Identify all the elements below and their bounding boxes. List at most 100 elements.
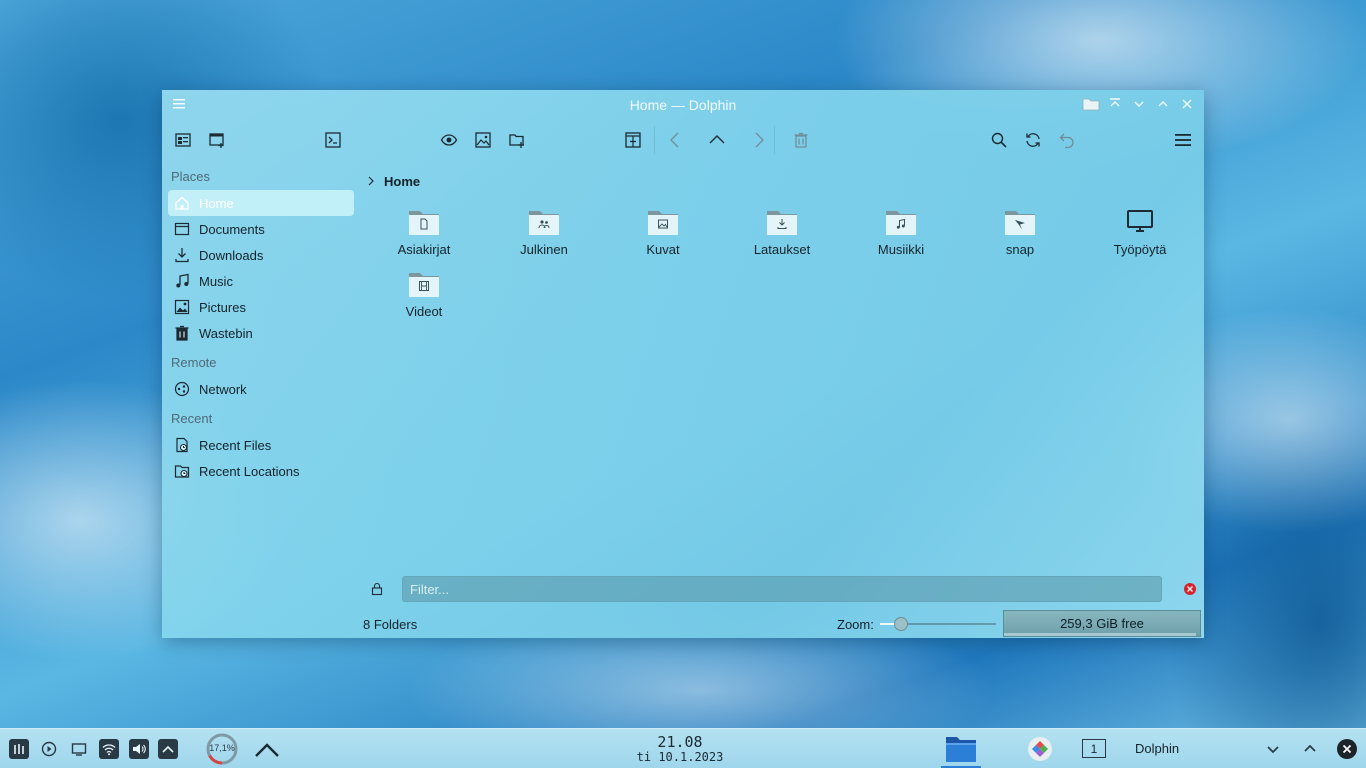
sidebar-item-wastebin[interactable]: Wastebin bbox=[168, 320, 354, 346]
wifi-icon[interactable] bbox=[99, 739, 119, 759]
picture-icon bbox=[174, 299, 190, 315]
terminal-icon[interactable] bbox=[322, 129, 344, 151]
audio-mixer-icon[interactable] bbox=[9, 739, 29, 759]
preview-icon[interactable] bbox=[438, 129, 460, 151]
free-space-label: 259,3 GiB free bbox=[1060, 616, 1144, 631]
folder-item[interactable]: Asiakirjat bbox=[374, 208, 474, 257]
breadcrumb-home[interactable]: Home bbox=[384, 174, 420, 189]
title-bar[interactable]: Home — Dolphin bbox=[162, 90, 1204, 118]
dolphin-folder-icon bbox=[946, 737, 976, 762]
trash-icon bbox=[174, 325, 190, 341]
folder-public-icon bbox=[528, 208, 560, 236]
display-icon[interactable] bbox=[69, 739, 89, 759]
lock-icon[interactable] bbox=[370, 582, 384, 596]
folder-item[interactable]: Kuvat bbox=[613, 208, 713, 257]
sidebar-item-home[interactable]: Home bbox=[168, 190, 354, 216]
new-window-icon[interactable] bbox=[206, 129, 228, 151]
virtual-desktop-pager[interactable]: 1 bbox=[1082, 739, 1106, 758]
folder-download-icon bbox=[766, 208, 798, 236]
sidebar-item-documents[interactable]: Documents bbox=[168, 216, 354, 242]
sidebar-item-network[interactable]: Network bbox=[168, 376, 354, 402]
clock[interactable]: 21.08 ti 10.1.2023 bbox=[620, 734, 740, 764]
chevron-up-icon[interactable] bbox=[158, 739, 178, 759]
sidebar-item-label: Home bbox=[199, 195, 234, 211]
sidebar-item-label: Music bbox=[199, 273, 233, 289]
folder-item[interactable]: Työpöytä bbox=[1090, 208, 1190, 257]
up-icon[interactable] bbox=[706, 129, 728, 151]
recent-locations-icon bbox=[174, 463, 190, 479]
filter-bar bbox=[362, 576, 1198, 602]
new-tab-icon[interactable] bbox=[506, 129, 528, 151]
folder-item[interactable]: Videot bbox=[374, 270, 474, 319]
folder-videos-icon bbox=[408, 270, 440, 298]
taskbar: 17,1% 21.08 ti 10.1.2023 1 Dolphin bbox=[0, 728, 1366, 768]
close-icon[interactable] bbox=[1337, 739, 1357, 759]
chevron-up-icon[interactable] bbox=[1300, 739, 1320, 759]
search-icon[interactable] bbox=[988, 129, 1010, 151]
clock-date: ti 10.1.2023 bbox=[636, 750, 724, 764]
folder-name: Kuvat bbox=[646, 242, 680, 257]
folder-item[interactable]: Musiikki bbox=[851, 208, 951, 257]
breadcrumb[interactable]: Home bbox=[366, 172, 420, 190]
folder-music-icon bbox=[885, 208, 917, 236]
sidebar-item-recent-files[interactable]: Recent Files bbox=[168, 432, 354, 458]
chevron-down-icon[interactable] bbox=[1263, 739, 1283, 759]
close-icon[interactable] bbox=[1184, 583, 1196, 595]
network-icon bbox=[174, 381, 190, 397]
split-view-icon[interactable] bbox=[622, 129, 644, 151]
places-section-title: Places bbox=[171, 169, 211, 184]
chevron-up-icon[interactable] bbox=[253, 738, 281, 760]
active-window-title[interactable]: Dolphin bbox=[1135, 741, 1179, 756]
folder-name: Työpöytä bbox=[1113, 242, 1167, 257]
cpu-load-indicator[interactable]: 17,1% bbox=[205, 732, 239, 766]
folder-item[interactable]: Julkinen bbox=[494, 208, 594, 257]
places-panel: Places Home Documents Downloads Music Pi… bbox=[168, 168, 354, 484]
forward-icon[interactable] bbox=[748, 129, 770, 151]
zoom-slider-handle[interactable] bbox=[893, 617, 908, 631]
remote-section-title: Remote bbox=[171, 355, 217, 370]
folder-documents-icon bbox=[408, 208, 440, 236]
toolbar bbox=[162, 126, 1204, 154]
dolphin-window: Home — Dolphin Places Home Documents Dow… bbox=[162, 90, 1204, 638]
toolbar-separator bbox=[774, 126, 775, 154]
task-app-launcher[interactable] bbox=[1026, 735, 1054, 763]
free-space-indicator[interactable]: 259,3 GiB free bbox=[1003, 610, 1201, 637]
folder-icon bbox=[1082, 95, 1100, 113]
sidebar-item-recent-locations[interactable]: Recent Locations bbox=[168, 458, 354, 484]
trash-icon[interactable] bbox=[790, 129, 812, 151]
window-title: Home — Dolphin bbox=[629, 97, 737, 113]
sidebar-item-label: Wastebin bbox=[199, 325, 253, 341]
view-mode-icon[interactable] bbox=[172, 129, 194, 151]
chevron-right-icon[interactable] bbox=[366, 176, 376, 186]
zoom-slider[interactable] bbox=[880, 617, 996, 631]
maximize-icon[interactable] bbox=[1154, 95, 1172, 113]
sidebar-item-music[interactable]: Music bbox=[168, 268, 354, 294]
folder-item[interactable]: Lataukset bbox=[732, 208, 832, 257]
undo-icon[interactable] bbox=[1056, 129, 1078, 151]
media-player-icon[interactable] bbox=[39, 739, 59, 759]
filter-input[interactable] bbox=[402, 576, 1162, 602]
folder-item[interactable]: snap bbox=[970, 208, 1070, 257]
minimize-icon[interactable] bbox=[1130, 95, 1148, 113]
image-icon[interactable] bbox=[472, 129, 494, 151]
sidebar-item-label: Downloads bbox=[199, 247, 264, 263]
folder-name: Musiikki bbox=[877, 242, 925, 257]
desktop-icon bbox=[1124, 208, 1156, 236]
cpu-load-label: 17,1% bbox=[209, 743, 235, 753]
keep-above-icon[interactable] bbox=[1106, 95, 1124, 113]
task-dolphin[interactable] bbox=[941, 729, 981, 768]
sidebar-item-pictures[interactable]: Pictures bbox=[168, 294, 354, 320]
folder-count: 8 Folders bbox=[363, 617, 418, 632]
back-icon[interactable] bbox=[664, 129, 686, 151]
hamburger-menu-icon[interactable] bbox=[1172, 129, 1194, 151]
sidebar-item-label: Network bbox=[199, 381, 247, 397]
status-bar: 8 Folders Zoom: 259,3 GiB free bbox=[162, 608, 1204, 638]
sidebar-item-label: Recent Locations bbox=[199, 463, 300, 479]
reload-icon[interactable] bbox=[1022, 129, 1044, 151]
sidebar-item-downloads[interactable]: Downloads bbox=[168, 242, 354, 268]
folder-snap-icon bbox=[1004, 208, 1036, 236]
music-icon bbox=[174, 273, 190, 289]
volume-icon[interactable] bbox=[129, 739, 149, 759]
recent-section-title: Recent bbox=[171, 411, 213, 426]
close-icon[interactable] bbox=[1178, 95, 1196, 113]
